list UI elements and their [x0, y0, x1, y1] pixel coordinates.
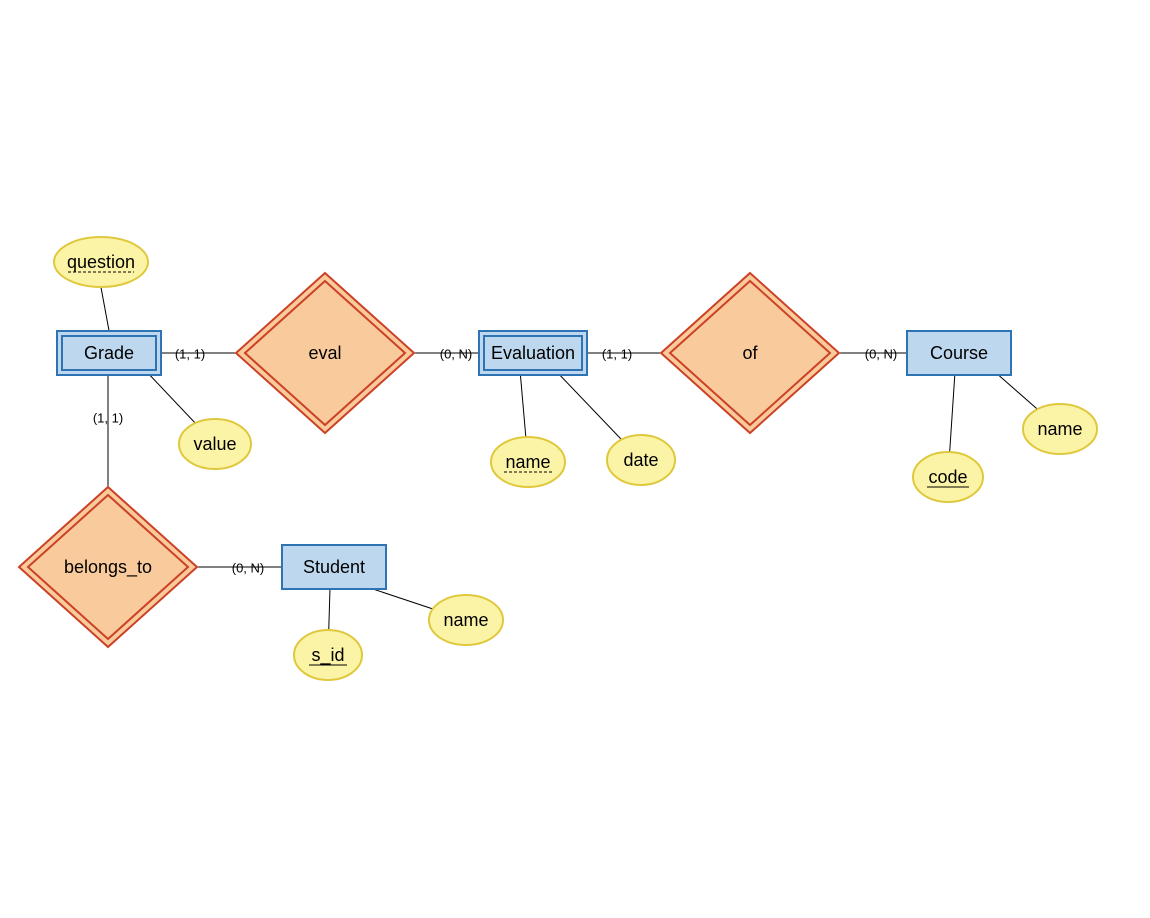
attr-student-name: name: [429, 595, 503, 645]
rel-eval: eval: [236, 273, 414, 433]
card-belongs-student: (0, N): [232, 561, 265, 576]
svg-text:code: code: [928, 467, 967, 487]
svg-text:question: question: [67, 252, 135, 272]
card-eval-evaluation: (0, N): [440, 347, 473, 362]
svg-text:belongs_to: belongs_to: [64, 557, 152, 578]
entity-student: Student: [282, 545, 386, 589]
svg-text:s_id: s_id: [311, 645, 344, 666]
svg-text:eval: eval: [308, 343, 341, 363]
svg-text:Evaluation: Evaluation: [491, 343, 575, 363]
attr-grade-question: question: [54, 237, 148, 287]
card-of-course: (0, N): [865, 347, 898, 362]
rel-of: of: [661, 273, 839, 433]
svg-text:Grade: Grade: [84, 343, 134, 363]
svg-text:name: name: [505, 452, 550, 472]
attr-course-code: code: [913, 452, 983, 502]
attr-grade-value: value: [179, 419, 251, 469]
entity-evaluation: Evaluation: [479, 331, 587, 375]
card-grade-belongs: (1, 1): [93, 411, 123, 426]
svg-text:name: name: [1037, 419, 1082, 439]
attr-evaluation-name: name: [491, 437, 565, 487]
svg-text:name: name: [443, 610, 488, 630]
attr-student-sid: s_id: [294, 630, 362, 680]
entity-course: Course: [907, 331, 1011, 375]
entity-grade: Grade: [57, 331, 161, 375]
svg-text:Course: Course: [930, 343, 988, 363]
rel-belongs-to: belongs_to: [19, 487, 197, 647]
svg-text:value: value: [193, 434, 236, 454]
er-diagram: (1, 1) (0, N) (1, 1) (0, N) (1, 1) (0, N…: [0, 0, 1150, 918]
svg-text:date: date: [623, 450, 658, 470]
card-grade-eval: (1, 1): [175, 347, 205, 362]
attr-evaluation-date: date: [607, 435, 675, 485]
svg-text:Student: Student: [303, 557, 365, 577]
card-evaluation-of: (1, 1): [602, 347, 632, 362]
svg-text:of: of: [742, 343, 758, 363]
edge-grade-question: [100, 282, 110, 336]
attr-course-name: name: [1023, 404, 1097, 454]
